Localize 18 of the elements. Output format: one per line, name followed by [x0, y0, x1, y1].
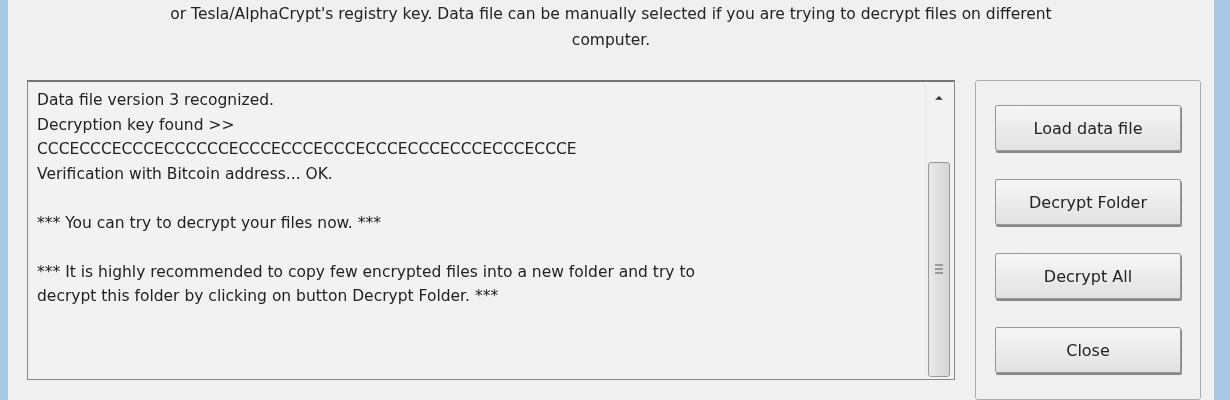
- log-line: *** It is highly recommended to copy few encrypted files into a new folder and try to: [37, 261, 696, 283]
- instruction-text: or Tesla/AlphaCrypt's registry key. Data file can be manually selected if you are trying to decrypt files on different: [170, 4, 1052, 25]
- action-button[interactable]: Close: [995, 327, 1181, 373]
- log-line: *** You can try to decrypt your files now. ***: [37, 212, 382, 234]
- scrollbar-thumb[interactable]: [928, 161, 950, 377]
- log-line: Data file version 3 recognized.: [37, 90, 275, 111]
- grip-icon: [935, 264, 943, 275]
- log-line: Verification with Bitcoin address... OK.: [37, 163, 334, 185]
- action-button[interactable]: Decrypt All: [995, 253, 1181, 299]
- scroll-up-arrow-icon[interactable]: [933, 94, 945, 102]
- vertical-scrollbar[interactable]: [925, 84, 952, 377]
- log-text-area[interactable]: [27, 80, 955, 380]
- log-line: CCCECCCECCCECCCCCCECCCECCCECCCECCCECCCECCCECCCECCCE: [37, 139, 578, 160]
- log-line: decrypt this folder by clicking on button Decrypt Folder. ***: [37, 286, 500, 307]
- log-line: Decryption key found >>: [37, 114, 236, 136]
- action-button[interactable]: Load data file: [995, 105, 1181, 151]
- action-button[interactable]: Decrypt Folder: [995, 179, 1181, 225]
- instruction-text: computer.: [571, 30, 651, 51]
